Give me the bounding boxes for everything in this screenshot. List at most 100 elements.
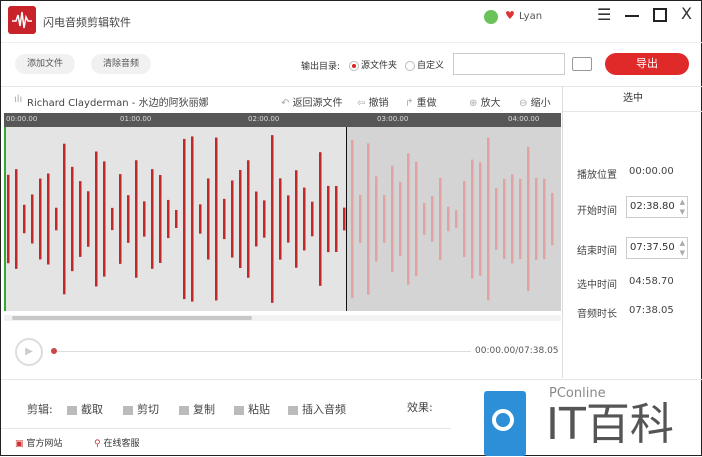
waveform-bar xyxy=(103,161,106,277)
tick-label: 01:00.00 xyxy=(120,115,152,123)
waveform-bar xyxy=(215,137,218,301)
waveform-bar xyxy=(455,210,458,228)
selection-panel: 选中 播放位置 00:00.00 开始时间 02:38.80 ▲ ▼ 结束时间 07… xyxy=(562,86,702,378)
redo-icon: ↱ xyxy=(405,98,417,109)
export-button[interactable]: 导出 xyxy=(605,53,689,75)
waveform-bar xyxy=(231,180,234,258)
progress-handle[interactable] xyxy=(51,348,57,354)
timeline-ruler[interactable]: 00:00.00 01:00.00 02:00.00 03:00.00 04:0… xyxy=(4,113,561,127)
waveform-bar xyxy=(303,187,306,251)
waveform-bar xyxy=(87,191,90,247)
end-time-input[interactable]: 07:37.50 ▲ ▼ xyxy=(626,237,688,259)
close-button[interactable]: X xyxy=(681,4,692,23)
selected-time-label: 选中时间 xyxy=(577,280,617,291)
cut-button[interactable]: 剪切 xyxy=(123,401,159,417)
monitor-icon: ▣ xyxy=(15,439,27,449)
divider xyxy=(1,42,702,43)
waveform-bar xyxy=(479,162,482,276)
divider xyxy=(1,379,702,380)
radio-label: 源文件夹 xyxy=(361,61,398,71)
maximize-button[interactable] xyxy=(653,8,667,22)
zoom-out-button[interactable]: ⊖ 缩小 xyxy=(519,94,551,109)
waveform-bar xyxy=(47,173,50,265)
waveform-bar xyxy=(335,185,338,253)
waveform-bar xyxy=(511,174,514,264)
zoom-in-button[interactable]: ⊕ 放大 xyxy=(469,94,501,109)
label: 复制 xyxy=(193,403,215,416)
spinner-arrows-icon[interactable]: ▲ ▼ xyxy=(680,197,685,217)
zoom-in-icon: ⊕ xyxy=(469,98,481,109)
magnifier-icon xyxy=(484,391,526,456)
waveform-bar xyxy=(431,196,434,242)
waveform-bars xyxy=(7,135,554,303)
folder-icon[interactable] xyxy=(572,57,592,71)
waveform-bar xyxy=(287,195,290,243)
radio-custom[interactable]: 自定义 xyxy=(405,58,444,71)
add-file-button[interactable]: 添加文件 xyxy=(15,54,76,74)
waveform-bar xyxy=(383,195,386,243)
insert-icon xyxy=(288,405,298,415)
horizontal-scrollbar[interactable] xyxy=(4,315,561,321)
tick-label: 03:00.00 xyxy=(377,115,409,123)
start-time-label: 开始时间 xyxy=(577,206,617,217)
wechat-icon[interactable] xyxy=(484,10,498,24)
duration-label: 音频时长 xyxy=(577,309,617,320)
waveform-bar xyxy=(447,206,450,232)
selection-start-marker[interactable] xyxy=(346,127,347,311)
output-path-input[interactable] xyxy=(453,53,565,75)
app-logo xyxy=(8,6,36,34)
start-time-input[interactable]: 02:38.80 ▲ ▼ xyxy=(626,196,688,218)
label: 返回源文件 xyxy=(292,98,343,109)
waveform-bar xyxy=(175,209,178,229)
redo-button[interactable]: ↱ 重做 xyxy=(405,94,437,109)
waveform-bar xyxy=(167,199,170,239)
spinner-arrows-icon[interactable]: ▲ ▼ xyxy=(680,238,685,258)
radio-source-folder[interactable]: 源文件夹 xyxy=(349,58,397,71)
play-button[interactable]: ▶ xyxy=(15,338,43,366)
waveform-bar xyxy=(543,178,546,260)
progress-track[interactable] xyxy=(53,351,471,352)
label: 插入音频 xyxy=(302,403,346,416)
return-source-button[interactable]: ↶ 返回源文件 xyxy=(281,94,343,109)
waveform-bar xyxy=(7,174,10,264)
tick-label: 00:00.00 xyxy=(6,115,38,123)
play-position-label: 播放位置 xyxy=(577,170,617,181)
waveform-bar xyxy=(191,136,194,302)
copy-button[interactable]: 复制 xyxy=(179,401,215,417)
label: 官方网站 xyxy=(26,439,63,449)
waveform-bar xyxy=(407,153,410,285)
waveform-bar xyxy=(359,194,362,244)
menu-icon[interactable]: ☰ xyxy=(597,5,611,24)
waveform-bar xyxy=(239,169,242,269)
selected-time-value: 04:58.70 xyxy=(629,276,674,287)
waveform-bar xyxy=(271,135,274,303)
username[interactable]: Lyan xyxy=(519,11,542,22)
waveform-bar xyxy=(79,181,82,257)
waveform-bar xyxy=(223,198,226,240)
paste-button[interactable]: 粘贴 xyxy=(234,401,270,417)
waveform-bar xyxy=(159,175,162,263)
label: 截取 xyxy=(81,403,103,416)
waveform-bar xyxy=(535,177,538,261)
support-link[interactable]: ⚲ 在线客服 xyxy=(94,436,139,449)
waveform-bar xyxy=(503,178,506,260)
divider xyxy=(1,428,451,429)
waveform-bar xyxy=(487,137,490,301)
minimize-button[interactable] xyxy=(625,15,639,17)
waveform-bar xyxy=(463,181,466,257)
website-link[interactable]: ▣ 官方网站 xyxy=(15,436,62,449)
label: 剪切 xyxy=(137,403,159,416)
waveform-bar xyxy=(71,166,74,272)
waveform-bar xyxy=(95,151,98,287)
insert-audio-button[interactable]: 插入音频 xyxy=(288,401,346,417)
playhead[interactable] xyxy=(4,127,6,311)
trim-button[interactable]: 截取 xyxy=(67,401,103,417)
scrollbar-thumb[interactable] xyxy=(12,316,252,320)
label: 缩小 xyxy=(530,98,551,109)
waveform-bar xyxy=(399,181,402,257)
watermark-logo: PConline IT百科 xyxy=(484,386,702,457)
return-icon: ↶ xyxy=(281,98,293,109)
copy-icon xyxy=(179,405,189,415)
undo-button[interactable]: ⇦ 撤销 xyxy=(357,94,389,109)
clear-audio-button[interactable]: 清除音频 xyxy=(91,54,152,74)
